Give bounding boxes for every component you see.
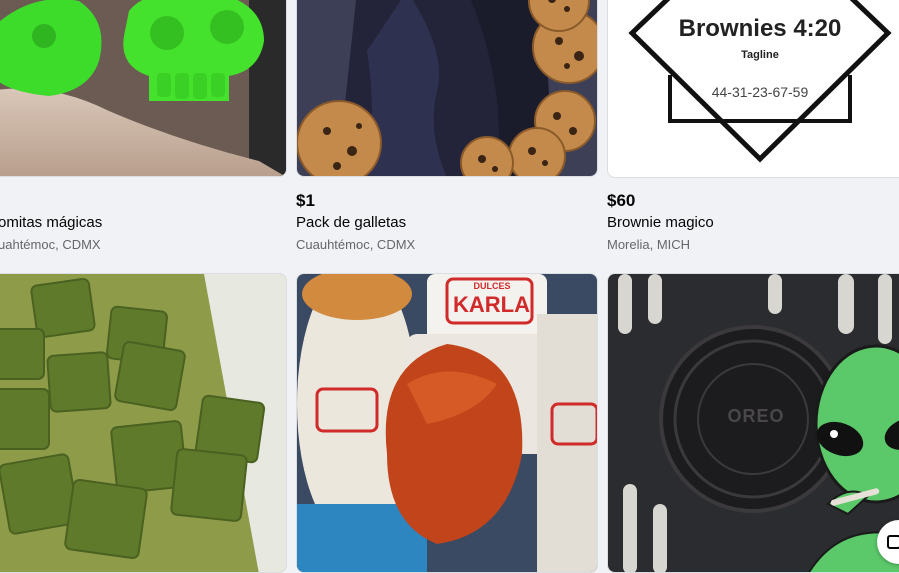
- listing-title[interactable]: omitas mágicas: [0, 214, 102, 231]
- listing-image-3[interactable]: Brownies 4:20 Tagline 44-31-23-67-59: [607, 0, 899, 178]
- logo-title: Brownies 4:20: [678, 15, 842, 42]
- listing-image-6[interactable]: OREO: [607, 273, 899, 573]
- matcha-cubes-image: [0, 274, 286, 572]
- listing-price: $1: [296, 191, 315, 210]
- listing-location: Morelia, MICH: [607, 237, 691, 252]
- karla-jars-image: [297, 274, 597, 572]
- listing-image-1[interactable]: [0, 0, 287, 177]
- logo-tagline: Tagline: [741, 49, 779, 61]
- cookies-photo-image: [297, 0, 597, 176]
- logo-phone: 44-31-23-67-59: [711, 84, 809, 100]
- green-skull-candy-image: [0, 0, 286, 176]
- jar-brand-top: DULCES: [473, 281, 511, 291]
- listing-image-2[interactable]: [296, 0, 598, 177]
- listing-location: uahtémoc, CDMX: [0, 237, 101, 252]
- listing-location: Cuauhtémoc, CDMX: [296, 237, 416, 252]
- jar-brand: KARLA: [453, 292, 530, 317]
- listing-image-5[interactable]: DULCES KARLA: [296, 273, 598, 573]
- listing-title[interactable]: Brownie magico: [607, 214, 714, 231]
- listing-title[interactable]: Pack de galletas: [296, 214, 406, 231]
- listing-image-4[interactable]: [0, 273, 287, 573]
- compose-icon: [887, 535, 899, 549]
- listing-price: $60: [607, 191, 636, 210]
- oreo-brand: OREO: [727, 406, 785, 426]
